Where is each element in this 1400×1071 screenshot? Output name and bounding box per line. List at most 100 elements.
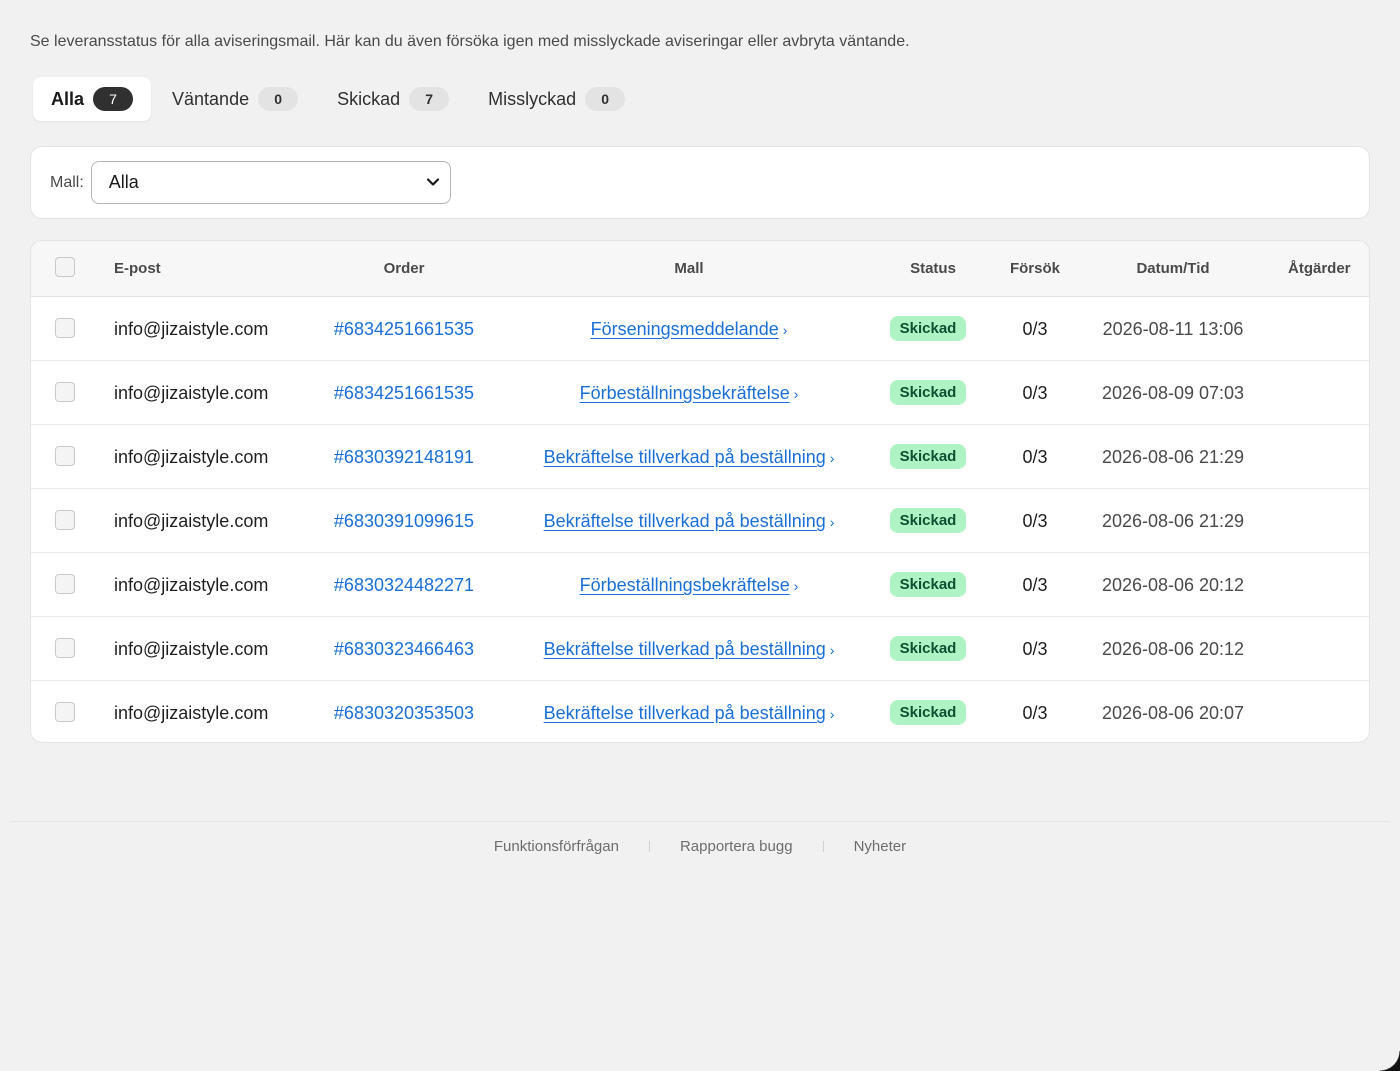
- template-link-label: Bekräftelse tillverkad på beställning: [543, 447, 826, 467]
- chevron-right-icon: ›: [829, 642, 835, 658]
- news-link[interactable]: Nyheter: [854, 838, 907, 855]
- row-attempts: 0/3: [1022, 575, 1048, 595]
- row-attempts: 0/3: [1022, 383, 1048, 403]
- template-link-label: Bekräftelse tillverkad på beställning: [543, 639, 826, 659]
- row-checkbox[interactable]: [55, 510, 75, 530]
- template-link[interactable]: Förseningsmeddelande ›: [518, 297, 860, 361]
- table-row: info@jizaistyle.com #6830320353503 Bekrä…: [31, 681, 1369, 742]
- tab-label: Alla: [51, 88, 85, 109]
- feature-request-link[interactable]: Funktionsförfrågan: [494, 838, 619, 855]
- order-link[interactable]: #6834251661535: [286, 297, 522, 361]
- template-link[interactable]: Bekräftelse tillverkad på beställning ›: [518, 617, 860, 681]
- table-row: info@jizaistyle.com #6834251661535 Förbe…: [31, 361, 1369, 425]
- template-link[interactable]: Förbeställningsbekräftelse ›: [518, 553, 860, 617]
- order-link[interactable]: #6830392148191: [286, 425, 522, 489]
- template-filter-value: Alla: [108, 172, 139, 192]
- footer-divider: [10, 821, 1390, 822]
- row-checkbox[interactable]: [55, 318, 75, 338]
- tab-count-badge: 7: [409, 87, 450, 111]
- footer: Funktionsförfrågan Rapportera bugg Nyhet…: [0, 838, 1400, 855]
- status-cell: Skickad: [883, 297, 973, 361]
- template-filter-label: Mall:: [50, 173, 84, 191]
- order-link[interactable]: #6834251661535: [286, 361, 522, 425]
- status-cell: Skickad: [883, 681, 973, 742]
- template-link[interactable]: Förbeställningsbekräftelse ›: [518, 361, 860, 425]
- row-email: info@jizaistyle.com: [114, 639, 269, 659]
- row-checkbox[interactable]: [55, 702, 75, 722]
- row-attempts: 0/3: [1022, 447, 1048, 467]
- row-email: info@jizaistyle.com: [114, 319, 269, 339]
- report-bug-link[interactable]: Rapportera bugg: [680, 838, 793, 855]
- chevron-down-icon: [426, 178, 439, 186]
- table-row: info@jizaistyle.com #6834251661535 Förse…: [31, 297, 1369, 361]
- status-cell: Skickad: [883, 553, 973, 617]
- row-datetime: 2026-08-06 20:12: [1101, 575, 1245, 595]
- row-attempts: 0/3: [1022, 319, 1048, 339]
- page-description: Se leveransstatus för alla aviseringsmai…: [30, 33, 910, 50]
- tab-count-badge: 7: [93, 87, 134, 111]
- row-checkbox[interactable]: [55, 574, 75, 594]
- row-datetime: 2026-08-06 21:29: [1101, 511, 1245, 531]
- chevron-right-icon: ›: [829, 450, 835, 466]
- column-header-datetime: Datum/Tid: [1136, 260, 1210, 277]
- row-datetime: 2026-08-09 07:03: [1101, 383, 1245, 403]
- select-all-checkbox[interactable]: [55, 257, 75, 277]
- order-link[interactable]: #6830323466463: [286, 617, 522, 681]
- status-badge: Skickad: [889, 699, 967, 725]
- tab-label: Misslyckad: [488, 88, 577, 109]
- status-badge: Skickad: [889, 379, 967, 405]
- tab-count-badge: 0: [258, 87, 299, 111]
- status-cell: Skickad: [883, 617, 973, 681]
- column-header-status: Status: [910, 260, 956, 277]
- template-link-label: Bekräftelse tillverkad på beställning: [543, 703, 826, 723]
- table-row: info@jizaistyle.com #6830391099615 Bekrä…: [31, 489, 1369, 553]
- row-checkbox[interactable]: [55, 382, 75, 402]
- status-badge: Skickad: [889, 635, 967, 661]
- status-badge: Skickad: [889, 443, 967, 469]
- row-email: info@jizaistyle.com: [114, 511, 269, 531]
- status-cell: Skickad: [883, 489, 973, 553]
- status-badge: Skickad: [889, 571, 967, 597]
- chevron-right-icon: ›: [829, 706, 835, 722]
- template-link-label: Förseningsmeddelande: [590, 319, 779, 339]
- template-link[interactable]: Bekräftelse tillverkad på beställning ›: [518, 681, 860, 742]
- tab-vantande[interactable]: Väntande 0: [154, 77, 316, 121]
- row-email: info@jizaistyle.com: [114, 383, 269, 403]
- template-link-label: Bekräftelse tillverkad på beställning: [543, 511, 826, 531]
- template-link[interactable]: Bekräftelse tillverkad på beställning ›: [518, 425, 860, 489]
- column-header-mall: Mall: [674, 260, 704, 277]
- tab-misslyckad[interactable]: Misslyckad 0: [470, 77, 643, 121]
- table-row: info@jizaistyle.com #6830323466463 Bekrä…: [31, 617, 1369, 681]
- tab-label: Skickad: [337, 88, 401, 109]
- column-header-order: Order: [383, 260, 425, 277]
- status-cell: Skickad: [883, 361, 973, 425]
- row-datetime: 2026-08-06 21:29: [1101, 447, 1245, 467]
- row-datetime: 2026-08-06 20:07: [1101, 703, 1245, 723]
- column-header-attempts: Försök: [1009, 260, 1060, 277]
- status-badge: Skickad: [889, 315, 967, 341]
- chevron-right-icon: ›: [829, 514, 835, 530]
- tab-alla[interactable]: Alla 7: [33, 77, 152, 121]
- row-checkbox[interactable]: [55, 446, 75, 466]
- chevron-right-icon: ›: [793, 386, 799, 402]
- row-email: info@jizaistyle.com: [114, 703, 269, 723]
- order-link[interactable]: #6830320353503: [286, 681, 522, 742]
- template-filter-select[interactable]: Alla: [90, 161, 451, 204]
- template-link-label: Förbeställningsbekräftelse: [579, 575, 790, 595]
- order-link[interactable]: #6830324482271: [286, 553, 522, 617]
- row-checkbox[interactable]: [55, 638, 75, 658]
- row-email: info@jizaistyle.com: [114, 447, 269, 467]
- notifications-table: E-post Order Mall Status Försök Datum/Ti…: [30, 240, 1370, 743]
- tab-skickad[interactable]: Skickad 7: [319, 77, 467, 121]
- table-row: info@jizaistyle.com #6830392148191 Bekrä…: [31, 425, 1369, 489]
- tab-count-badge: 0: [585, 87, 626, 111]
- row-attempts: 0/3: [1022, 511, 1048, 531]
- order-link[interactable]: #6830391099615: [286, 489, 522, 553]
- table-row: info@jizaistyle.com #6830324482271 Förbe…: [31, 553, 1369, 617]
- column-header-email: E-post: [114, 260, 161, 277]
- row-attempts: 0/3: [1022, 703, 1048, 723]
- row-datetime: 2026-08-11 13:06: [1102, 319, 1244, 339]
- status-tabs: Alla 7 Väntande 0 Skickad 7 Misslyckad 0: [33, 77, 646, 121]
- template-link[interactable]: Bekräftelse tillverkad på beställning ›: [518, 489, 860, 553]
- footer-separator: [648, 841, 650, 852]
